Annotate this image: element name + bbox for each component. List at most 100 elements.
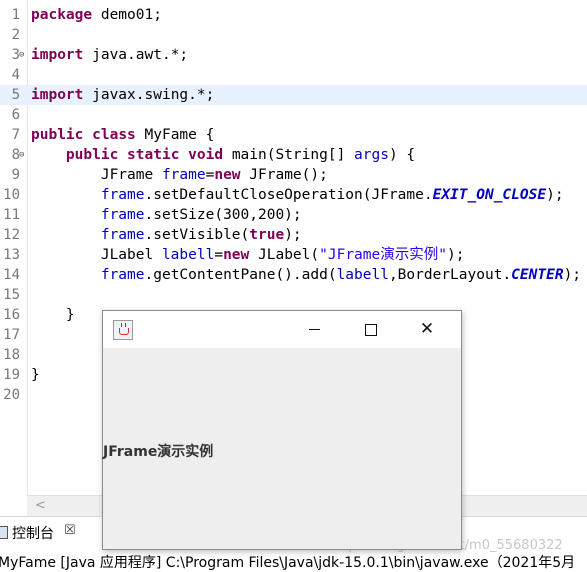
- console-tab-label[interactable]: 控制台: [12, 523, 54, 543]
- code-token: JLabel: [31, 247, 162, 263]
- code-token: frame: [100, 227, 145, 243]
- code-token: MyFame {: [135, 127, 215, 143]
- code-token: CENTER: [511, 267, 564, 283]
- code-text: }: [31, 365, 40, 385]
- code-line[interactable]: 7 public class MyFame {: [0, 125, 587, 145]
- line-number: 7: [11, 127, 20, 143]
- java-steam-shape: [121, 323, 126, 327]
- maximize-button[interactable]: [351, 311, 391, 348]
- code-token: true: [249, 227, 285, 243]
- code-text: package demo01;: [31, 5, 162, 25]
- code-line[interactable]: 13 JLabel labell=new JLabel("JFrame演示实例"…: [0, 245, 587, 265]
- code-token: );: [563, 267, 582, 283]
- fold-toggle-icon[interactable]: ⊖: [19, 148, 24, 162]
- minimize-button[interactable]: [295, 311, 335, 348]
- code-line[interactable]: 11 frame.setSize(300,200);: [0, 205, 587, 225]
- console-icon: [0, 526, 8, 539]
- line-number: 1: [11, 7, 20, 23]
- code-token: JFrame();: [240, 167, 328, 183]
- minimize-icon: [309, 329, 320, 330]
- close-icon: ✕: [419, 319, 435, 339]
- line-number: 2: [11, 27, 20, 43]
- line-number: 17: [3, 327, 20, 343]
- code-token: );: [546, 187, 564, 203]
- code-text: JFrame frame=new JFrame();: [31, 165, 328, 185]
- code-token: EXIT_ON_CLOSE: [432, 187, 547, 203]
- code-token: labell: [161, 247, 215, 263]
- close-button[interactable]: ✕: [407, 311, 447, 348]
- line-number: 18: [3, 347, 20, 363]
- close-tab-icon[interactable]: ☒: [64, 523, 76, 538]
- code-token: import: [31, 47, 84, 63]
- code-token: main(String[]: [223, 147, 355, 163]
- code-token: ,BorderLayout.: [388, 267, 512, 283]
- code-token: new: [214, 167, 241, 183]
- java-icon[interactable]: [113, 320, 133, 340]
- code-text: frame.setSize(300,200);: [31, 205, 302, 225]
- code-text: frame.getContentPane().add(labell,Border…: [31, 265, 581, 285]
- code-text: public static void main(String[] args) {: [31, 145, 415, 165]
- code-token: frame: [161, 167, 206, 183]
- line-number: 19: [3, 367, 20, 383]
- code-token: JLabel(: [249, 247, 320, 263]
- code-line[interactable]: 12 frame.setVisible(true);: [0, 225, 587, 245]
- code-line[interactable]: 1 package demo01;: [0, 5, 587, 25]
- line-number: 4: [11, 67, 20, 83]
- code-token: =: [214, 247, 224, 263]
- code-token: .getContentPane().add(: [144, 267, 337, 283]
- code-text: import java.awt.*;: [31, 45, 188, 65]
- line-number: 6: [11, 107, 20, 123]
- line-number: 5: [11, 87, 20, 103]
- fold-toggle-icon[interactable]: ⊖: [19, 48, 24, 62]
- line-number: 9: [11, 167, 20, 183]
- scroll-left-icon[interactable]: <: [35, 498, 46, 513]
- code-token: }: [31, 307, 75, 323]
- console-status-text: MyFame [Java 应用程序] C:\Program Files\Java…: [0, 555, 576, 571]
- code-line[interactable]: 15: [0, 285, 587, 305]
- code-token: "JFrame演示实例": [319, 247, 447, 263]
- code-line[interactable]: 5 import javax.swing.*;: [0, 85, 587, 105]
- code-line[interactable]: 3 ⊖ import java.awt.*;: [0, 45, 587, 65]
- line-number: 10: [3, 187, 20, 203]
- code-line[interactable]: 8 ⊖ public static void main(String[] args…: [0, 145, 587, 165]
- code-token: JFrame: [31, 167, 162, 183]
- code-token: import: [31, 87, 84, 103]
- line-number: 12: [3, 227, 20, 243]
- code-line[interactable]: 2: [0, 25, 587, 45]
- line-number: 8: [11, 147, 20, 163]
- code-token: .setVisible(: [144, 227, 250, 243]
- code-token: frame: [100, 187, 145, 203]
- code-text: JLabel labell=new JLabel("JFrame演示实例");: [31, 245, 465, 265]
- code-text: frame.setDefaultCloseOperation(JFrame.EX…: [31, 185, 564, 205]
- code-line[interactable]: 9 JFrame frame=new JFrame();: [0, 165, 587, 185]
- code-token: javax.swing.*;: [83, 87, 215, 103]
- window-titlebar[interactable]: ✕: [103, 311, 461, 348]
- code-line[interactable]: 10 frame.setDefaultCloseOperation(JFrame…: [0, 185, 587, 205]
- java-cup-shape: [119, 328, 129, 335]
- code-token: java.awt.*;: [83, 47, 189, 63]
- code-line[interactable]: 14 frame.getContentPane().add(labell,Bor…: [0, 265, 587, 285]
- code-token: frame: [100, 207, 145, 223]
- code-token: new: [223, 247, 250, 263]
- code-token: void: [188, 147, 224, 163]
- code-token: class: [92, 127, 136, 143]
- line-number: 15: [3, 287, 20, 303]
- code-token: public: [65, 147, 119, 163]
- code-token: }: [31, 367, 40, 383]
- line-number: 14: [3, 267, 20, 283]
- line-number: 13: [3, 247, 20, 263]
- line-number: 3: [11, 47, 20, 63]
- code-text: }: [31, 305, 75, 325]
- code-line[interactable]: 4: [0, 65, 587, 85]
- maximize-icon: [365, 324, 377, 336]
- jframe-window[interactable]: ✕ JFrame演示实例: [102, 310, 462, 550]
- line-number: 11: [3, 207, 20, 223]
- code-line[interactable]: 6: [0, 105, 587, 125]
- code-token: .setDefaultCloseOperation(JFrame.: [144, 187, 433, 203]
